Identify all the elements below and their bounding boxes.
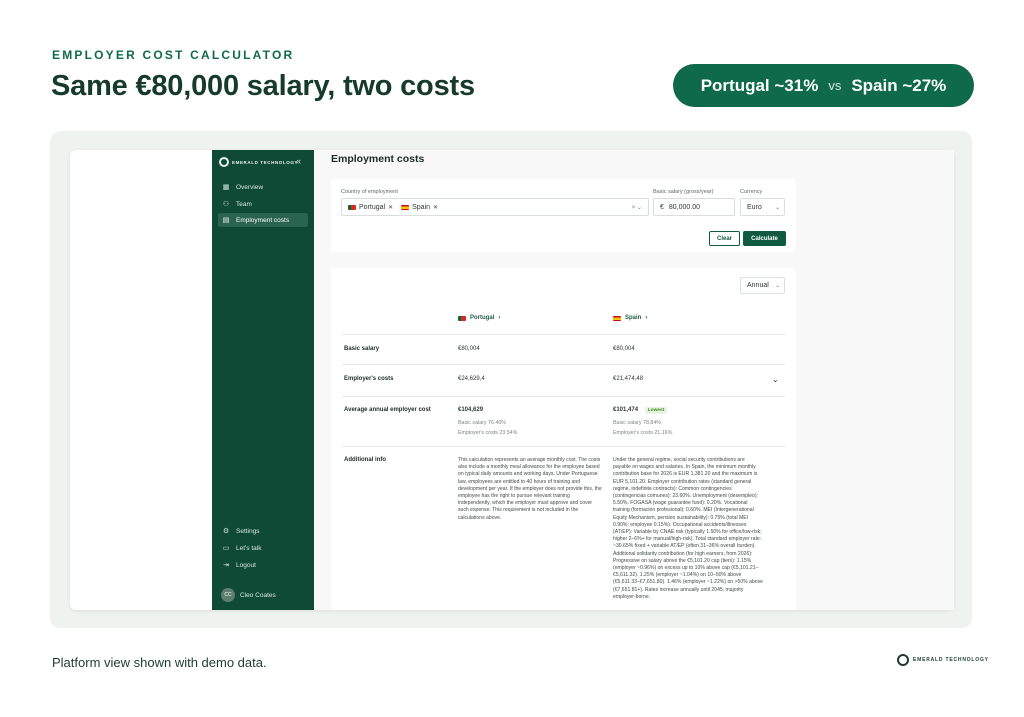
salary-label: Basic salary (gross/year) <box>653 189 714 195</box>
portugal-flag-icon <box>348 204 356 210</box>
chat-icon: ▭ <box>222 545 230 552</box>
avatar: CC <box>221 588 235 602</box>
chip-label: Portugal <box>359 203 386 211</box>
chip-portugal[interactable]: Portugal ✕ <box>348 204 393 211</box>
headline: Same €80,000 salary, two costs <box>51 70 475 102</box>
row-average-es: €101,474 Lowest <box>613 407 668 414</box>
row-employer-costs-pt: €24,629,4 <box>458 376 485 382</box>
row-employer-costs-es: €21,474,48 <box>613 376 644 382</box>
logo-text: EMERALD TECHNOLOGY <box>232 159 299 165</box>
pill-vs: vs <box>828 78 842 93</box>
row-average-es-value: €101,474 <box>613 407 639 413</box>
portugal-flag-icon <box>458 315 466 321</box>
footnote: Platform view shown with demo data. <box>52 655 267 670</box>
row-additional-pt: This calculation represents an average m… <box>458 457 602 521</box>
brand-logo-icon <box>897 654 909 666</box>
comparison-pill: Portugal ~31% vs Spain ~27% <box>673 64 974 107</box>
user-profile[interactable]: CC Cleo Coates <box>221 588 276 602</box>
clear-button[interactable]: Clear <box>709 231 740 246</box>
currency-label: Currency <box>740 189 763 195</box>
sidebar-item-lets-talk[interactable]: ▭ Let's talk <box>218 541 308 555</box>
euro-symbol: € <box>660 203 664 211</box>
row-average-es-sub1: Basic salary 78.84% <box>613 420 661 426</box>
lowest-badge: Lowest <box>644 407 668 414</box>
page-title: Employment costs <box>331 153 425 165</box>
sidebar-item-label: Employment costs <box>236 216 290 224</box>
logout-icon: ⇥ <box>223 562 229 569</box>
brand-text: EMERALD TECHNOLOGY <box>913 657 989 663</box>
chevron-right-icon: › <box>498 315 501 321</box>
row-average-es-sub2: Employer's costs 21.16% <box>613 430 673 436</box>
row-basic-salary-pt: €80,004 <box>458 346 480 352</box>
calculate-button[interactable]: Calculate <box>743 231 786 246</box>
column-label: Spain <box>625 315 642 321</box>
divider <box>342 334 785 335</box>
remove-chip-icon[interactable]: ✕ <box>388 204 393 211</box>
calculator-form: Country of employment Portugal ✕ Spain ✕… <box>331 179 796 252</box>
sidebar-item-employment-costs[interactable]: ▤ Employment costs <box>218 213 308 227</box>
logo-icon <box>219 157 229 167</box>
footer-brand: EMERALD TECHNOLOGY <box>897 654 989 666</box>
row-average-pt-sub2: Employer's costs 23.54% <box>458 430 518 436</box>
spain-flag-icon <box>401 204 410 210</box>
chevron-down-icon: ⌄ <box>774 283 780 289</box>
sidebar-item-label: Settings <box>236 527 260 535</box>
divider <box>342 364 785 365</box>
sidebar: EMERALD TECHNOLOGY « ▦ Overview ⚇ Team ▤… <box>212 150 314 610</box>
divider <box>342 446 785 447</box>
sidebar-item-logout[interactable]: ⇥ Logout <box>218 558 308 572</box>
sidebar-item-overview[interactable]: ▦ Overview <box>218 180 308 194</box>
results-panel: Annual ⌄ Portugal › Spain › Basic salary… <box>331 268 796 610</box>
row-employer-costs-label: Employer's costs <box>344 376 394 382</box>
collapse-sidebar-icon[interactable]: « <box>296 156 301 166</box>
remove-chip-icon[interactable]: ✕ <box>433 204 438 211</box>
expand-chevron-icon[interactable]: ⌄ <box>772 375 779 384</box>
main-content: Employment costs Country of employment P… <box>314 150 954 610</box>
sidebar-logo[interactable]: EMERALD TECHNOLOGY <box>219 157 298 167</box>
spain-flag-icon <box>613 315 621 321</box>
people-icon: ⚇ <box>222 201 230 208</box>
currency-select[interactable]: Euro ⌄ <box>740 198 785 216</box>
sidebar-item-label: Team <box>236 200 252 208</box>
sidebar-item-label: Let's talk <box>236 544 262 552</box>
user-name: Cleo Coates <box>240 591 276 599</box>
row-basic-salary-label: Basic salary <box>344 346 380 352</box>
salary-value: 80,000.00 <box>668 203 701 211</box>
calculator-icon: ▤ <box>222 217 230 224</box>
country-label: Country of employment <box>341 189 398 195</box>
grid-icon: ▦ <box>222 184 230 191</box>
salary-input[interactable]: € 80,000.00 <box>653 198 735 216</box>
row-additional-label: Additional info <box>344 457 386 463</box>
row-average-label: Average annual employer cost <box>344 407 431 413</box>
sidebar-item-label: Overview <box>236 183 264 191</box>
eyebrow-label: EMPLOYER COST CALCULATOR <box>52 48 295 62</box>
divider <box>342 396 785 397</box>
period-select[interactable]: Annual ⌄ <box>740 277 785 294</box>
column-label: Portugal <box>470 315 495 321</box>
chevron-down-icon: ⌄ <box>774 204 780 211</box>
row-average-pt-sub1: Basic salary 76.46% <box>458 420 506 426</box>
gear-icon: ⚙ <box>222 528 230 535</box>
sidebar-item-settings[interactable]: ⚙ Settings <box>218 524 308 538</box>
chevron-right-icon: › <box>645 315 648 321</box>
row-additional-es: Under the general regime, social securit… <box>613 457 763 600</box>
country-select[interactable]: Portugal ✕ Spain ✕ × ⌄ <box>341 198 649 216</box>
row-basic-salary-es: €80,004 <box>613 346 635 352</box>
sidebar-item-team[interactable]: ⚇ Team <box>218 197 308 211</box>
chip-spain[interactable]: Spain ✕ <box>401 204 438 211</box>
chip-label: Spain <box>412 203 431 211</box>
sidebar-item-label: Logout <box>236 561 256 569</box>
column-header-portugal[interactable]: Portugal › <box>458 315 500 321</box>
period-value: Annual <box>747 282 769 289</box>
currency-value: Euro <box>747 203 762 211</box>
column-header-spain[interactable]: Spain › <box>613 315 647 321</box>
pill-spain: Spain ~27% <box>851 75 947 95</box>
row-average-pt: €104,629 <box>458 407 484 413</box>
pill-portugal: Portugal ~31% <box>700 75 819 95</box>
clear-dropdown-icon[interactable]: × ⌄ <box>632 204 642 211</box>
